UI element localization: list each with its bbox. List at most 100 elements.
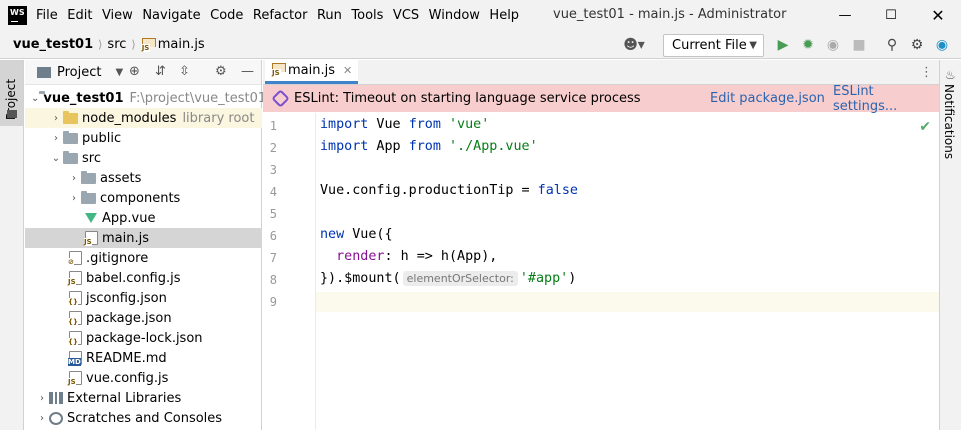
left-tool-strip: Project (0, 60, 24, 430)
line-number: 6 (269, 229, 277, 243)
tree-item-label: main.js (102, 230, 149, 246)
run-config-select[interactable]: Current File ▼ (663, 34, 764, 57)
json-file-icon: {} (68, 331, 82, 346)
chevron-right-icon: ⟩ (98, 38, 103, 51)
run-icon[interactable]: ▶ (773, 35, 793, 55)
close-tab-icon[interactable]: ✕ (343, 64, 352, 77)
menu-window[interactable]: Window (429, 8, 480, 23)
tree-item-babel-config[interactable]: JS babel.config.js (25, 268, 262, 288)
tree-item-gitignore[interactable]: ⊘ .gitignore (25, 248, 262, 268)
chevron-right-icon[interactable]: › (67, 173, 81, 184)
project-panel-title[interactable]: Project (57, 65, 101, 80)
line-number: 4 (269, 185, 277, 199)
code-line-6[interactable]: new Vue({ (320, 227, 393, 242)
breadcrumb-project[interactable]: vue_test01 (13, 37, 93, 52)
minimize-icon[interactable]: — (822, 0, 868, 31)
tree-item-jsconfig[interactable]: {} jsconfig.json (25, 288, 262, 308)
search-icon[interactable]: ⚲ (882, 35, 902, 55)
chevron-right-icon[interactable]: › (49, 113, 63, 124)
dropdown-arrow-icon[interactable]: ▼ (115, 67, 123, 78)
settings-icon[interactable]: ⚙ (907, 35, 927, 55)
tree-item-node-modules[interactable]: › node_modules library root (25, 108, 262, 128)
update-icon[interactable]: ◉ (932, 35, 952, 55)
tree-item-app-vue[interactable]: App.vue (25, 208, 262, 228)
gitignore-file-icon: ⊘ (68, 251, 82, 266)
stop-icon[interactable]: ■ (849, 35, 869, 55)
maximize-icon[interactable]: ☐ (868, 0, 914, 31)
menu-refactor[interactable]: Refactor (253, 8, 308, 23)
notifications-tool-label[interactable]: Notifications (942, 84, 956, 159)
tree-item-package-json[interactable]: {} package.json (25, 308, 262, 328)
line-number: 1 (269, 119, 277, 133)
tree-item-vue-config[interactable]: JS vue.config.js (25, 368, 262, 388)
js-file-icon: JS (68, 371, 82, 386)
json-file-icon: {} (68, 311, 82, 326)
more-icon[interactable]: ⋮ (920, 65, 933, 80)
library-root-label: library root (182, 110, 255, 126)
code-line-4[interactable]: Vue.config.productionTip = false (320, 183, 578, 198)
eslint-banner: ESLint: Timeout on starting language ser… (263, 84, 939, 114)
tree-item-assets[interactable]: › assets (25, 168, 262, 188)
user-icon[interactable]: ☻▾ (620, 35, 648, 55)
tree-item-main-js[interactable]: JS main.js (25, 228, 262, 248)
menu-edit[interactable]: Edit (67, 8, 92, 23)
collapse-all-icon[interactable]: ⇳ (179, 64, 190, 79)
tree-item-readme[interactable]: MD README.md (25, 348, 262, 368)
eslint-icon (271, 89, 290, 108)
debug-icon[interactable]: ✹ (798, 35, 818, 55)
code-line-2[interactable]: import App from './App.vue' (320, 139, 538, 154)
tree-item-root[interactable]: ⌄ vue_test01 F:\project\vue_test01 (25, 88, 266, 108)
folder-icon (81, 170, 96, 184)
menu-vcs[interactable]: VCS (393, 8, 419, 23)
line-number: 7 (269, 251, 277, 265)
folder-icon (63, 110, 78, 124)
tree-item-label: components (100, 190, 181, 206)
run-config-label: Current File (672, 38, 747, 53)
menu-tools[interactable]: Tools (351, 8, 383, 23)
code-line-7[interactable]: render: h => h(App), (320, 249, 497, 264)
chevron-right-icon[interactable]: › (35, 393, 49, 404)
chevron-down-icon[interactable]: ⌄ (49, 153, 63, 164)
menu-run[interactable]: Run (317, 8, 342, 23)
tree-item-scratches[interactable]: › Scratches and Consoles (25, 408, 262, 428)
close-icon[interactable]: ✕ (915, 0, 961, 31)
menu-help[interactable]: Help (489, 8, 519, 23)
menu-view[interactable]: View (102, 8, 133, 23)
coverage-icon[interactable]: ◉ (823, 35, 843, 55)
tree-item-label: jsconfig.json (86, 290, 167, 306)
chevron-down-icon[interactable]: ⌄ (31, 93, 39, 104)
code-line-1[interactable]: import Vue from 'vue' (320, 117, 489, 132)
tree-item-package-lock[interactable]: {} package-lock.json (25, 328, 262, 348)
menu-file[interactable]: File (36, 8, 58, 23)
hide-icon[interactable]: — (241, 64, 254, 79)
scratches-icon (49, 411, 63, 425)
menu-navigate[interactable]: Navigate (142, 8, 200, 23)
tree-item-label: babel.config.js (86, 270, 181, 286)
code-line-8[interactable]: }).$mount(elementOrSelector: '#app') (320, 271, 576, 286)
chevron-right-icon[interactable]: › (67, 193, 81, 204)
eslint-settings-link[interactable]: ESLint settings... (833, 84, 939, 114)
tree-item-src[interactable]: ⌄ src (25, 148, 262, 168)
bell-icon[interactable]: ♨ (945, 68, 956, 82)
breadcrumb-src[interactable]: src (107, 37, 126, 52)
breadcrumb-file[interactable]: main.js (158, 37, 205, 52)
navigation-bar: vue_test01 ⟩ src ⟩ JS main.js ☻▾ Current… (0, 31, 961, 59)
tab-main-js[interactable]: JS main.js ✕ (265, 59, 359, 84)
gear-icon[interactable]: ⚙ (215, 64, 227, 79)
chevron-right-icon[interactable]: › (35, 413, 49, 424)
edit-package-json-link[interactable]: Edit package.json (710, 91, 825, 106)
library-icon (49, 392, 63, 404)
tree-item-external-libraries[interactable]: › External Libraries (25, 388, 262, 408)
line-number: 5 (269, 207, 277, 221)
tree-item-public[interactable]: › public (25, 128, 262, 148)
tree-item-label: External Libraries (67, 390, 182, 406)
menu-code[interactable]: Code (210, 8, 243, 23)
tree-item-components[interactable]: › components (25, 188, 262, 208)
locate-icon[interactable]: ⊕ (129, 64, 140, 79)
expand-all-icon[interactable]: ⇵ (155, 64, 166, 79)
project-path: F:\project\vue_test01 (129, 90, 267, 106)
tab-label: main.js (288, 62, 335, 78)
title-bar: WS File Edit View Navigate Code Refactor… (0, 0, 961, 31)
tree-item-label: node_modules (82, 110, 177, 126)
chevron-right-icon[interactable]: › (49, 133, 63, 144)
